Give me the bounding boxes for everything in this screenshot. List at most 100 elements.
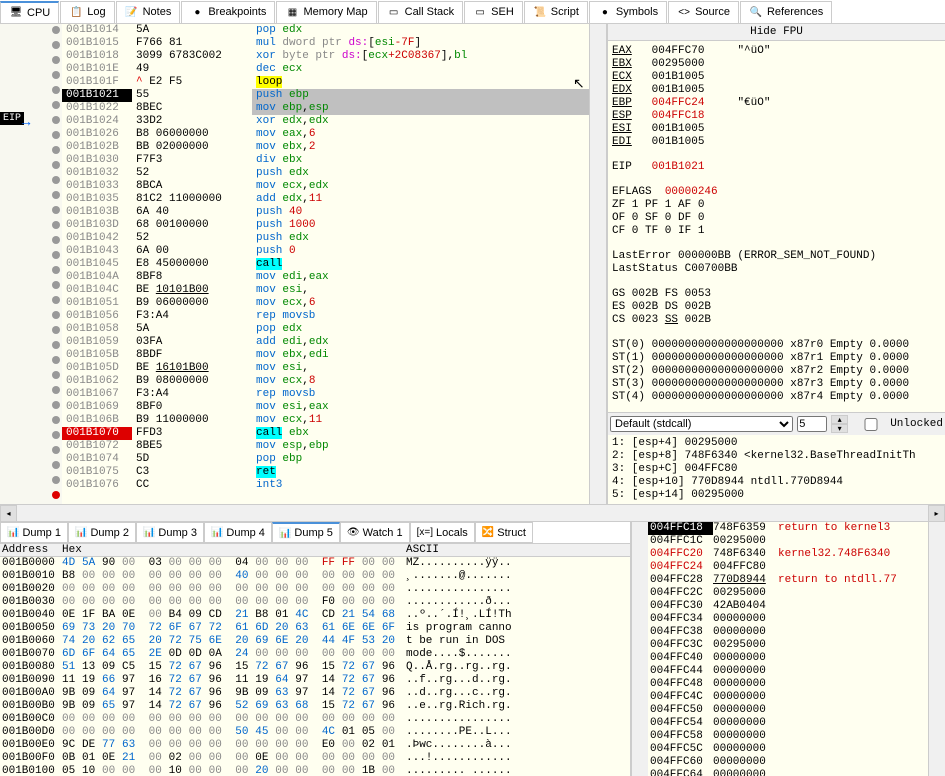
register-edx[interactable]: EDX 001B1005 bbox=[612, 84, 941, 97]
breakpoint-dot[interactable] bbox=[52, 116, 60, 124]
dump-row[interactable]: 001B0080511309C5 15726796 15726796 15726… bbox=[0, 661, 630, 674]
disasm-instruction[interactable]: call ebx bbox=[252, 427, 589, 440]
disasm-instruction[interactable]: xor edx,edx bbox=[252, 115, 589, 128]
disasm-address[interactable]: 001B103D bbox=[62, 219, 132, 232]
dump-row[interactable]: 001B009011196697 16726796 11196497 14726… bbox=[0, 674, 630, 687]
tab-source[interactable]: <>Source bbox=[668, 1, 739, 23]
stack-row[interactable]: 004FFC5000000000 bbox=[648, 704, 928, 717]
disassembly-view[interactable]: EIP → ↖ 001B1014001B1015001B1018001B101E… bbox=[0, 24, 607, 504]
stack-row[interactable]: 004FFC4C00000000 bbox=[648, 691, 928, 704]
disasm-address[interactable]: 001B1026 bbox=[62, 128, 132, 141]
dump-scrollbar[interactable] bbox=[631, 522, 648, 776]
breakpoint-dot[interactable] bbox=[52, 371, 60, 379]
tab-references[interactable]: 🔍References bbox=[740, 1, 832, 23]
breakpoint-dot[interactable] bbox=[52, 41, 60, 49]
breakpoint-dot[interactable] bbox=[52, 431, 60, 439]
disasm-address[interactable]: 001B1045 bbox=[62, 258, 132, 271]
disasm-address[interactable]: 001B1070 bbox=[62, 427, 132, 440]
breakpoint-dot[interactable] bbox=[52, 296, 60, 304]
disasm-address[interactable]: 001B102B bbox=[62, 141, 132, 154]
stack-row[interactable]: 004FFC5C00000000 bbox=[648, 743, 928, 756]
breakpoint-dot[interactable] bbox=[52, 401, 60, 409]
disasm-address[interactable]: 001B1076 bbox=[62, 479, 132, 492]
disasm-instruction[interactable]: mov ecx,6 bbox=[252, 297, 589, 310]
breakpoint-dot[interactable] bbox=[52, 251, 60, 259]
dump-row[interactable]: 001B00A09B096497 14726796 9B096397 14726… bbox=[0, 687, 630, 700]
stack-row[interactable]: 004FFC3800000000 bbox=[648, 626, 928, 639]
hide-fpu-button[interactable]: Hide FPU bbox=[608, 24, 945, 41]
disasm-instruction[interactable]: mov esp,ebp bbox=[252, 440, 589, 453]
register-esi[interactable]: ESI 001B1005 bbox=[612, 123, 941, 136]
dump-header-ascii[interactable]: ASCII bbox=[402, 544, 630, 556]
breakpoint-dot[interactable] bbox=[52, 236, 60, 244]
breakpoint-dot[interactable] bbox=[52, 476, 60, 484]
breakpoint-dot[interactable] bbox=[52, 191, 60, 199]
stack-arg[interactable]: 4: [esp+10] 770D8944 ntdll.770D8944 bbox=[612, 476, 941, 489]
disasm-instruction[interactable]: rep movsb bbox=[252, 310, 589, 323]
register-ebx[interactable]: EBX 00295000 bbox=[612, 58, 941, 71]
dump-tab-dump-2[interactable]: 📊Dump 2 bbox=[68, 522, 136, 543]
disasm-instruction[interactable]: rep movsb bbox=[252, 388, 589, 401]
disasm-address[interactable]: 001B1021 bbox=[62, 89, 132, 102]
dump-row[interactable]: 001B00004D5A9000 03000000 04000000 FFFF0… bbox=[0, 557, 630, 570]
dump-row[interactable]: 001B010005100000 00100000 00200000 00001… bbox=[0, 765, 630, 776]
disasm-address[interactable]: 001B104C bbox=[62, 284, 132, 297]
dump-row[interactable]: 001B003000000000 00000000 00000000 F0000… bbox=[0, 596, 630, 609]
disasm-address[interactable]: 001B1059 bbox=[62, 336, 132, 349]
breakpoint-dot[interactable] bbox=[52, 206, 60, 214]
dump-header-hex[interactable]: Hex bbox=[62, 544, 402, 556]
dump-header-address[interactable]: Address bbox=[0, 544, 62, 556]
stack-scrollbar[interactable] bbox=[928, 522, 945, 776]
register-eax[interactable]: EAX 004FFC70 "^üO" bbox=[612, 45, 941, 58]
register-ebp[interactable]: EBP 004FFC24 "€üO" bbox=[612, 97, 941, 110]
stack-row[interactable]: 004FFC3042AB0404 bbox=[648, 600, 928, 613]
stack-arg[interactable]: 5: [esp+14] 00295000 bbox=[612, 489, 941, 502]
disasm-address[interactable]: 001B104A bbox=[62, 271, 132, 284]
disasm-instruction[interactable]: push edx bbox=[252, 232, 589, 245]
stack-arg[interactable]: 1: [esp+4] 00295000 bbox=[612, 437, 941, 450]
disasm-instruction[interactable]: mov ebx,edi bbox=[252, 349, 589, 362]
disasm-instruction[interactable]: mov esi,eax bbox=[252, 401, 589, 414]
tab-script[interactable]: 📜Script bbox=[524, 1, 588, 23]
stack-row[interactable]: 004FFC5400000000 bbox=[648, 717, 928, 730]
disasm-instruction[interactable]: push edx bbox=[252, 167, 589, 180]
unlocked-checkbox[interactable] bbox=[856, 418, 886, 431]
dump-tab-dump-3[interactable]: 📊Dump 3 bbox=[136, 522, 204, 543]
stack-row[interactable]: 004FFC2C00295000 bbox=[648, 587, 928, 600]
stack-row[interactable]: 004FFC20748F6340kernel32.748F6340 bbox=[648, 548, 928, 561]
disasm-instruction[interactable]: mov ecx,11 bbox=[252, 414, 589, 427]
stack-row[interactable]: 004FFC28770D8944return to ntdll.77 bbox=[648, 574, 928, 587]
stack-row[interactable]: 004FFC18748F6359return to kernel3 bbox=[648, 522, 928, 535]
disasm-address[interactable]: 001B1069 bbox=[62, 401, 132, 414]
disasm-address[interactable]: 001B1067 bbox=[62, 388, 132, 401]
arg-down-icon[interactable]: ▾ bbox=[831, 424, 848, 433]
disasm-address[interactable]: 001B101E bbox=[62, 63, 132, 76]
register-ecx[interactable]: ECX 001B1005 bbox=[612, 71, 941, 84]
disasm-address[interactable]: 001B1018 bbox=[62, 50, 132, 63]
disasm-instruction[interactable]: int3 bbox=[252, 479, 589, 492]
dump-tab-dump-5[interactable]: 📊Dump 5 bbox=[272, 522, 340, 543]
breakpoint-dot[interactable] bbox=[52, 71, 60, 79]
disasm-address[interactable]: 001B105B bbox=[62, 349, 132, 362]
disasm-address[interactable]: 001B1033 bbox=[62, 180, 132, 193]
disasm-instruction[interactable]: mov ebp,esp bbox=[252, 102, 589, 115]
disasm-instruction[interactable]: push 40 bbox=[252, 206, 589, 219]
dump-tab-dump-1[interactable]: 📊Dump 1 bbox=[0, 522, 68, 543]
disasm-address[interactable]: 001B1035 bbox=[62, 193, 132, 206]
tab-seh[interactable]: ▭SEH bbox=[464, 1, 523, 23]
breakpoint-dot[interactable] bbox=[52, 161, 60, 169]
breakpoint-dot[interactable] bbox=[52, 56, 60, 64]
breakpoint-dot[interactable] bbox=[52, 386, 60, 394]
breakpoint-dot[interactable] bbox=[52, 416, 60, 424]
stack-view[interactable]: 004FFC18748F6359return to kernel3004FFC1… bbox=[648, 522, 928, 776]
disasm-instruction[interactable]: push ebp bbox=[252, 89, 589, 102]
disasm-instruction[interactable]: pop ebp bbox=[252, 453, 589, 466]
calling-convention-select[interactable]: Default (stdcall) bbox=[610, 416, 793, 432]
disasm-address[interactable]: 001B1042 bbox=[62, 232, 132, 245]
dump-row[interactable]: 001B0010B8000000 00000000 40000000 00000… bbox=[0, 570, 630, 583]
disasm-instruction[interactable]: mul dword ptr ds:[esi-7F] bbox=[252, 37, 589, 50]
disasm-address[interactable]: 001B1074 bbox=[62, 453, 132, 466]
stack-row[interactable]: 004FFC6000000000 bbox=[648, 756, 928, 769]
breakpoint-dot[interactable] bbox=[52, 221, 60, 229]
breakpoint-dot[interactable] bbox=[52, 266, 60, 274]
